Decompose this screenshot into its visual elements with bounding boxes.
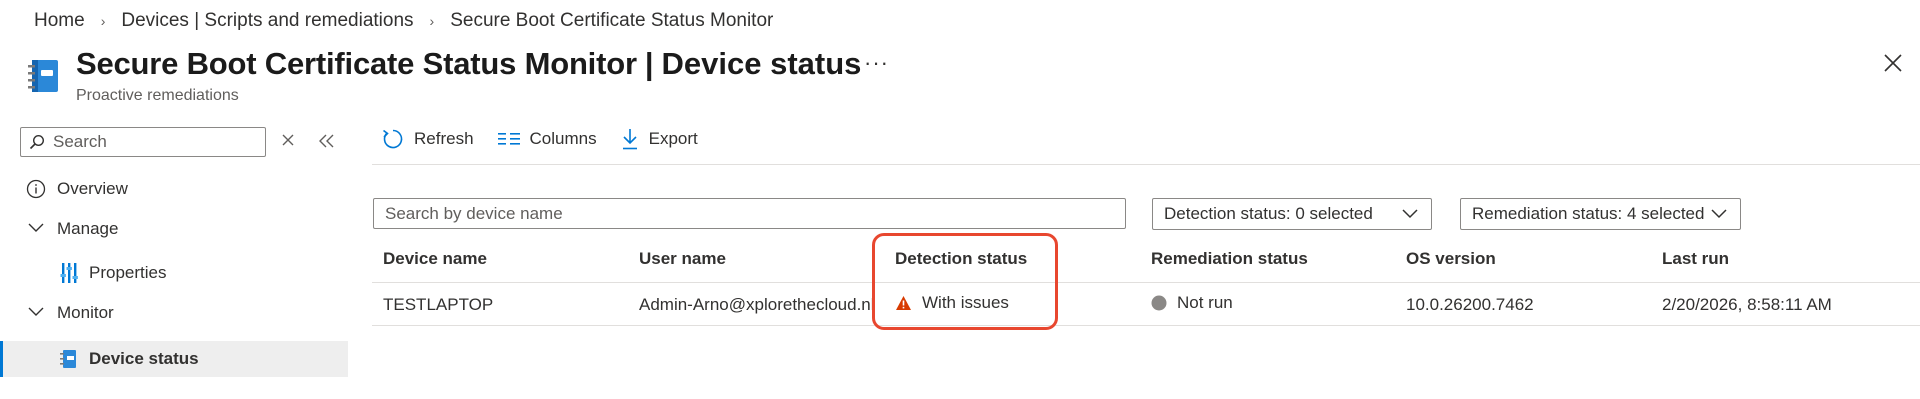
search-icon xyxy=(29,134,45,150)
remediation-status-filter[interactable]: Remediation status: 4 selected xyxy=(1460,198,1741,230)
sidebar-item-label: Monitor xyxy=(57,303,114,322)
device-status-icon xyxy=(60,350,76,368)
chevron-down-icon xyxy=(1402,209,1418,219)
cell-user-name: Admin-Arno@xplorethecloud.nl xyxy=(639,295,875,314)
not-run-status-icon xyxy=(1151,295,1167,311)
detection-status-filter[interactable]: Detection status: 0 selected xyxy=(1152,198,1432,230)
page-title-main: Secure Boot Certificate Status Monitor xyxy=(76,46,637,81)
cell-os-version: 10.0.26200.7462 xyxy=(1406,295,1534,314)
collapse-sidebar-icon[interactable] xyxy=(318,133,336,149)
table-divider xyxy=(372,325,1920,326)
column-header-os-version[interactable]: OS version xyxy=(1406,249,1496,269)
detection-status-filter-label: Detection status: 0 selected xyxy=(1164,204,1373,223)
toolbar-divider xyxy=(372,164,1920,165)
sidebar-item-label: Manage xyxy=(57,219,119,238)
chevron-right-icon: › xyxy=(100,13,106,29)
device-search-input[interactable] xyxy=(385,203,1085,224)
sidebar-search-input[interactable] xyxy=(53,132,253,152)
sidebar-search[interactable] xyxy=(20,127,266,157)
breadcrumb-home[interactable]: Home xyxy=(34,10,85,32)
sidebar-item-properties[interactable]: Properties xyxy=(0,259,348,287)
close-icon[interactable] xyxy=(1882,52,1904,74)
refresh-icon xyxy=(383,129,403,149)
breadcrumb-current[interactable]: Secure Boot Certificate Status Monitor xyxy=(450,10,773,32)
columns-button[interactable]: Columns xyxy=(497,129,597,149)
sidebar-item-label: Overview xyxy=(57,179,128,198)
column-header-remediation-status[interactable]: Remediation status xyxy=(1151,249,1308,269)
export-label: Export xyxy=(648,129,698,148)
refresh-button[interactable]: Refresh xyxy=(382,128,474,150)
column-header-detection-status[interactable]: Detection status xyxy=(895,249,1027,269)
column-header-device-name[interactable]: Device name xyxy=(383,249,487,269)
script-notebook-icon xyxy=(28,60,58,92)
chevron-down-icon xyxy=(28,307,44,316)
sidebar-item-label: Properties xyxy=(89,263,167,282)
refresh-label: Refresh xyxy=(414,129,474,148)
download-icon xyxy=(622,129,637,150)
chevron-down-icon xyxy=(1711,209,1727,219)
breadcrumb: Home › Devices | Scripts and remediation… xyxy=(34,10,773,32)
remediation-status-filter-label: Remediation status: 4 selected xyxy=(1472,204,1705,223)
table-row[interactable]: TESTLAPTOP Admin-Arno@xplorethecloud.nl … xyxy=(372,283,1920,325)
detection-status-text: With issues xyxy=(922,293,1009,312)
cell-remediation-status: Not run xyxy=(1151,293,1233,313)
columns-label: Columns xyxy=(529,129,597,148)
warning-icon xyxy=(896,296,911,310)
clear-search-icon[interactable] xyxy=(281,133,295,147)
sidebar-item-overview[interactable]: Overview xyxy=(0,176,348,202)
properties-icon xyxy=(60,263,78,283)
sidebar-group-manage[interactable]: Manage xyxy=(0,216,348,242)
info-icon xyxy=(26,179,46,199)
cell-device-name: TESTLAPTOP xyxy=(383,295,494,314)
chevron-right-icon: › xyxy=(429,13,435,29)
sidebar-group-monitor[interactable]: Monitor xyxy=(0,300,348,326)
title-separator: | xyxy=(644,46,654,81)
sidebar-item-device-status[interactable]: Device status xyxy=(0,341,348,377)
cell-detection-status: With issues xyxy=(895,293,1009,313)
column-header-user-name[interactable]: User name xyxy=(639,249,726,269)
column-header-last-run[interactable]: Last run xyxy=(1662,249,1729,269)
more-options-icon[interactable]: ··· xyxy=(864,50,889,76)
page-title-blade: Device status xyxy=(661,46,862,81)
cell-last-run: 2/20/2026, 8:58:11 AM xyxy=(1662,295,1832,314)
chevron-down-icon xyxy=(28,223,44,232)
page-subtitle: Proactive remediations xyxy=(76,87,239,104)
breadcrumb-scripts-remediations[interactable]: Devices | Scripts and remediations xyxy=(121,10,413,32)
export-button[interactable]: Export xyxy=(621,128,698,150)
columns-icon xyxy=(497,133,520,145)
command-bar: Refresh Columns Export xyxy=(382,128,722,150)
remediation-status-text: Not run xyxy=(1177,293,1233,312)
device-search-box[interactable] xyxy=(373,198,1126,229)
page-title: Secure Boot Certificate Status Monitor |… xyxy=(76,46,861,82)
sidebar-item-label: Device status xyxy=(89,349,199,368)
